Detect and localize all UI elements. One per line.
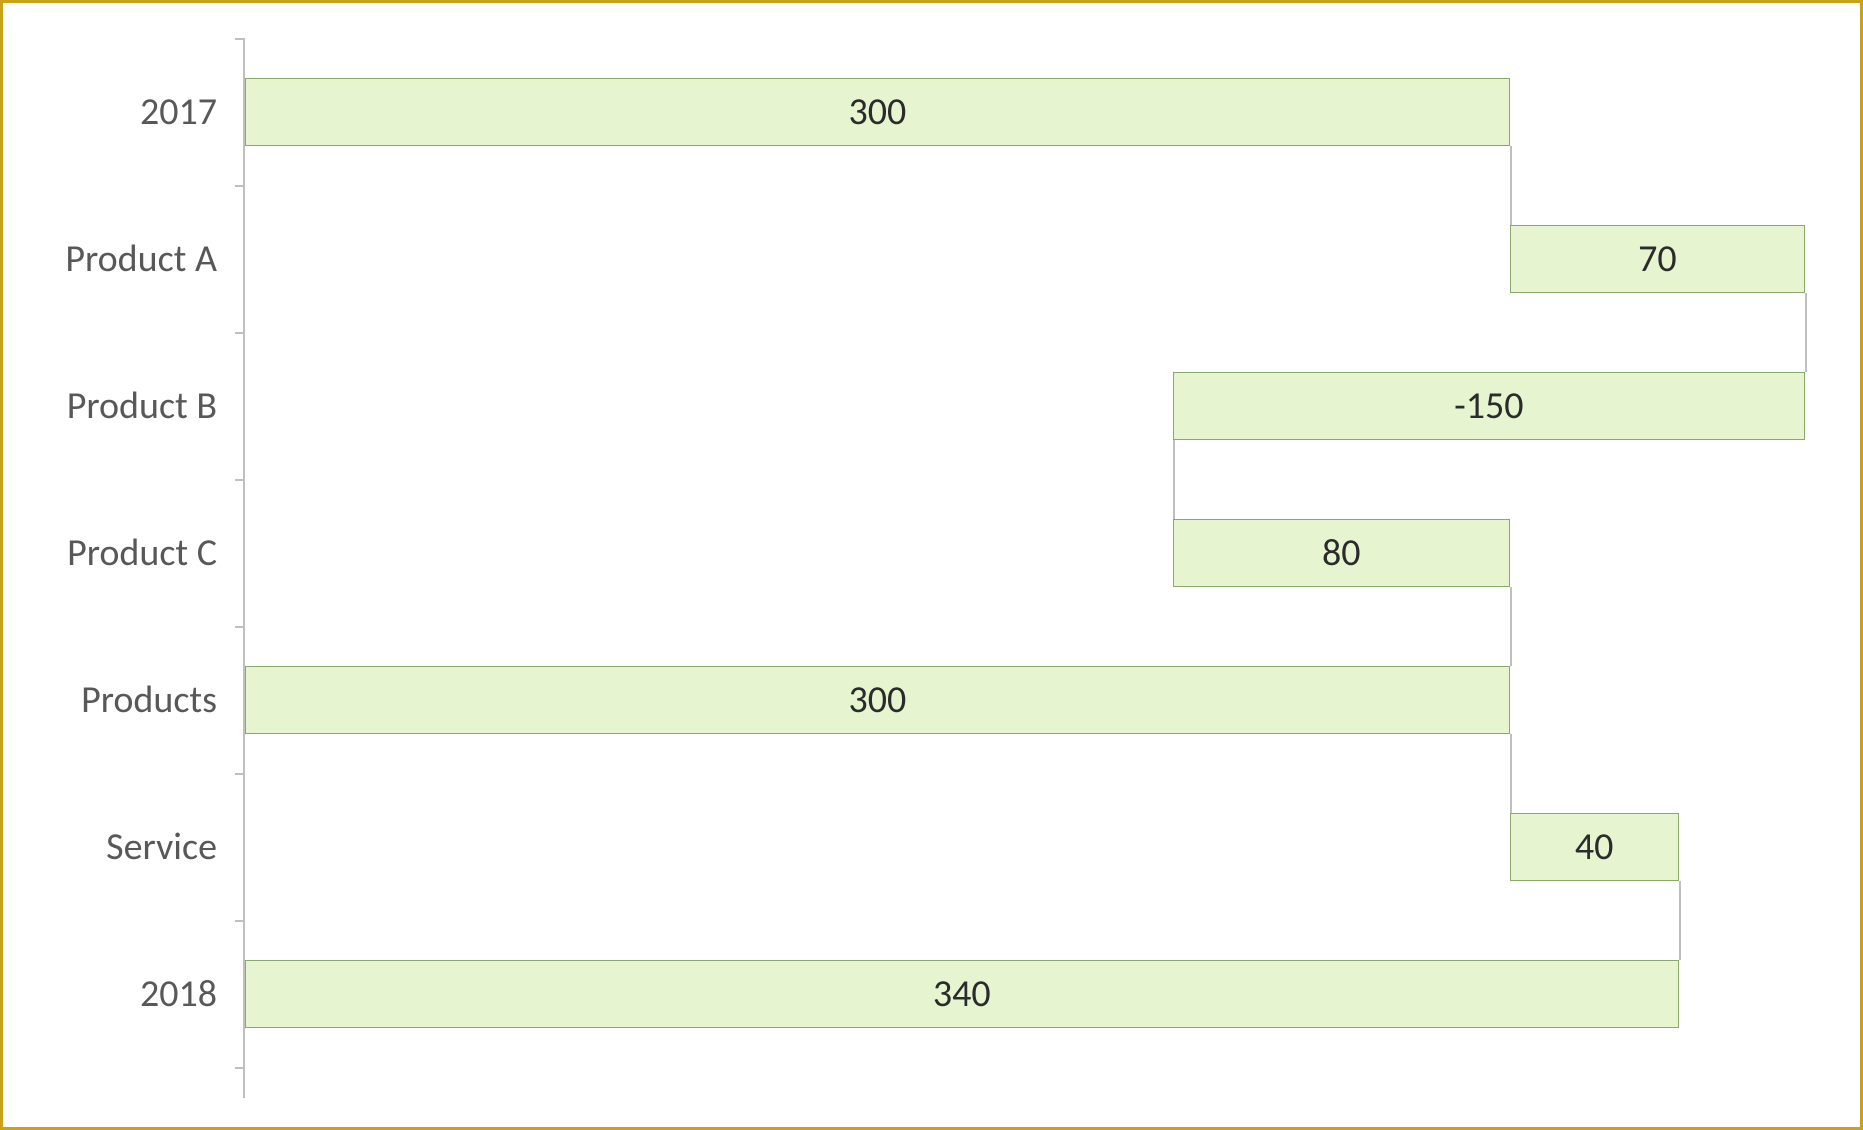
chart-frame: 2017300Product A70Product B-150Product C… xyxy=(0,0,1863,1130)
axis-tick xyxy=(235,185,245,187)
bar-value-label: 300 xyxy=(849,89,907,135)
bar-value-label: 40 xyxy=(1575,824,1614,870)
chart-row: 2018340 xyxy=(245,920,1805,1067)
category-label: 2018 xyxy=(140,971,245,1017)
waterfall-bar: 70 xyxy=(1510,225,1805,293)
category-label: Product C xyxy=(67,530,245,576)
axis-tick xyxy=(235,920,245,922)
category-label: Service xyxy=(106,824,245,870)
chart-row: Service40 xyxy=(245,773,1805,920)
category-label: Products xyxy=(81,677,245,723)
category-label: Product A xyxy=(65,236,245,282)
plot-area: 2017300Product A70Product B-150Product C… xyxy=(243,38,1805,1098)
bar-value-label: 80 xyxy=(1322,530,1361,576)
bar-value-label: -150 xyxy=(1454,383,1523,429)
waterfall-bar: 300 xyxy=(245,666,1510,734)
waterfall-bar: 300 xyxy=(245,78,1510,146)
waterfall-bar: 340 xyxy=(245,960,1679,1028)
axis-tick xyxy=(235,773,245,775)
chart-row: Product B-150 xyxy=(245,332,1805,479)
axis-tick xyxy=(235,479,245,481)
chart-row: 2017300 xyxy=(245,38,1805,185)
waterfall-bar: 40 xyxy=(1510,813,1679,881)
waterfall-bar: -150 xyxy=(1173,372,1805,440)
bar-value-label: 300 xyxy=(849,677,907,723)
axis-tick xyxy=(235,38,245,40)
category-label: Product B xyxy=(67,383,245,429)
axis-tick xyxy=(235,626,245,628)
chart-row: Product C80 xyxy=(245,479,1805,626)
axis-tick xyxy=(235,1067,245,1069)
waterfall-bar: 80 xyxy=(1173,519,1510,587)
bar-value-label: 340 xyxy=(933,971,991,1017)
category-label: 2017 xyxy=(140,89,245,135)
chart-row: Product A70 xyxy=(245,185,1805,332)
waterfall-connector xyxy=(1805,293,1807,372)
bar-value-label: 70 xyxy=(1638,236,1677,282)
chart-row: Products300 xyxy=(245,626,1805,773)
axis-tick xyxy=(235,332,245,334)
